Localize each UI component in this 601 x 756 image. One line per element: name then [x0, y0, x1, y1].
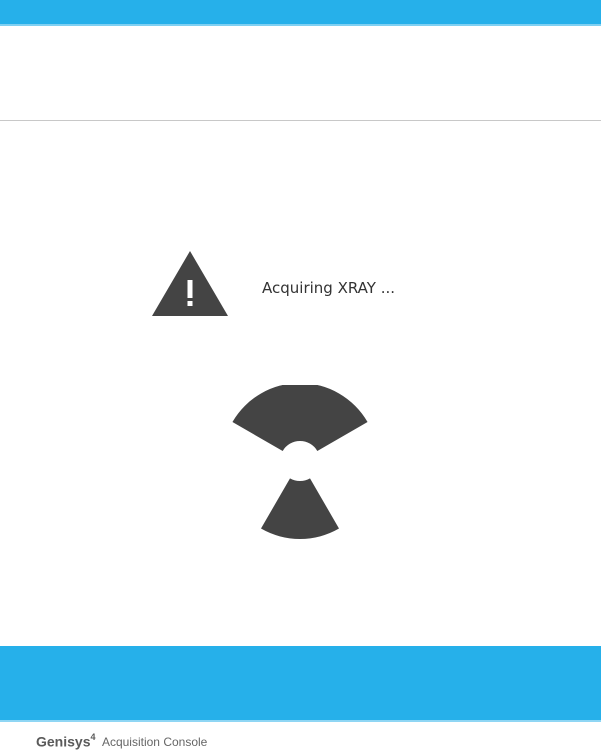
product-name: Acquisition Console	[101, 735, 208, 750]
radiation-icon	[232, 385, 368, 539]
warning-triangle-icon	[152, 251, 228, 316]
radiation-blade-right	[300, 385, 368, 451]
brand-name: Genisys	[36, 733, 91, 750]
header-divider	[0, 120, 601, 121]
bottom-accent-divider	[0, 720, 601, 722]
radiation-blade-left	[232, 385, 300, 451]
status-message: Acquiring XRAY ...	[262, 279, 395, 297]
brand-superscript: 4	[90, 732, 96, 742]
acquisition-screen: Acquiring XRAY ... Genisys4 Acquisition …	[0, 0, 601, 756]
radiation-blade-bottom	[261, 478, 339, 539]
bottom-accent-bar	[0, 646, 601, 720]
top-accent-divider	[0, 24, 601, 26]
footer-branding: Genisys4 Acquisition Console	[36, 732, 207, 751]
top-accent-bar	[0, 0, 601, 24]
